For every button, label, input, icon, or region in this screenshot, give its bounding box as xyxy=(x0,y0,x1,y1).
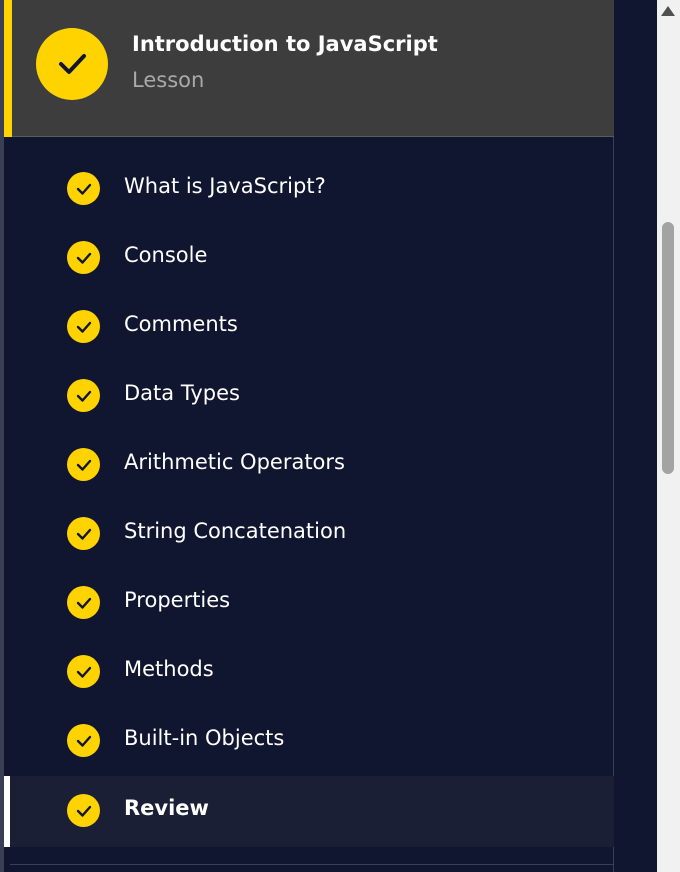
list-item-label: Data Types xyxy=(124,381,240,405)
list-item[interactable]: Data Types xyxy=(4,361,618,430)
list-item[interactable]: Built-in Objects xyxy=(4,706,618,775)
scrollbar-thumb[interactable] xyxy=(662,222,674,474)
check-icon xyxy=(36,28,108,100)
check-circle-icon xyxy=(67,448,100,481)
check-circle-icon xyxy=(67,310,100,343)
check-circle-icon xyxy=(67,794,100,827)
list-item-label: Comments xyxy=(124,312,238,336)
list-item[interactable]: Comments xyxy=(4,292,618,361)
check-circle-icon xyxy=(67,172,100,205)
scrollbar[interactable] xyxy=(657,0,680,872)
check-circle-icon xyxy=(67,655,100,688)
check-circle-icon xyxy=(67,241,100,274)
lesson-title: Introduction to JavaScript xyxy=(132,32,438,56)
content-gap xyxy=(614,0,657,872)
list-item[interactable]: Properties xyxy=(4,568,618,637)
triangle-up-icon[interactable] xyxy=(661,6,675,16)
list-item-label: What is JavaScript? xyxy=(124,174,326,198)
list-item[interactable]: Console xyxy=(4,223,618,292)
lesson-subtitle: Lesson xyxy=(132,68,205,92)
check-circle-icon xyxy=(67,517,100,550)
list-item-label: Console xyxy=(124,243,208,267)
lesson-sidebar: Introduction to JavaScript Lesson What i… xyxy=(0,0,618,872)
list-item-label: Arithmetic Operators xyxy=(124,450,345,474)
lesson-header[interactable]: Introduction to JavaScript Lesson xyxy=(4,0,618,137)
list-item[interactable]: What is JavaScript? xyxy=(4,154,618,223)
list-item-label: Built-in Objects xyxy=(124,726,285,750)
divider xyxy=(10,864,616,865)
check-circle-icon xyxy=(67,586,100,619)
check-circle-icon xyxy=(67,379,100,412)
list-item-label: Methods xyxy=(124,657,214,681)
list-item[interactable]: Arithmetic Operators xyxy=(4,430,618,499)
list-item-label: String Concatenation xyxy=(124,519,347,543)
header-accent-bar xyxy=(4,0,12,137)
active-indicator xyxy=(4,776,10,847)
list-item[interactable]: String Concatenation xyxy=(4,499,618,568)
check-circle-icon xyxy=(67,724,100,757)
list-item-label: Properties xyxy=(124,588,231,612)
list-item[interactable]: Methods xyxy=(4,637,618,706)
list-item-label: Review xyxy=(124,796,209,820)
list-item-active[interactable]: Review xyxy=(4,776,618,847)
